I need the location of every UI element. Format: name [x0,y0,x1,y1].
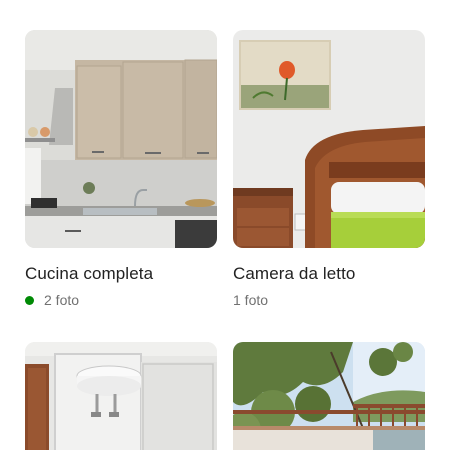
bedroom-photo[interactable] [233,30,425,248]
bathroom-photo[interactable] [25,342,217,450]
photo-count-row: 1 foto [233,291,425,309]
kitchen-photo-image [25,30,217,248]
photo-count: 2 foto [44,292,80,308]
terrace-photo[interactable] [233,342,425,450]
bathroom-photo-image [25,342,217,450]
room-title: Camera da letto [233,264,356,283]
room-title: Cucina completa [25,264,154,283]
room-card-kitchen[interactable]: Cucina completa 2 foto [25,30,217,309]
terrace-photo-image [233,342,425,450]
room-photo-grid: Cucina completa 2 foto Camera da letto 1… [0,0,450,450]
status-dot-icon [25,295,34,305]
photo-count: 1 foto [233,292,269,308]
room-card-bedroom[interactable]: Camera da letto 1 foto [233,30,425,309]
photo-count-row: 2 foto [25,291,217,309]
room-card-terrace[interactable] [233,342,425,450]
kitchen-photo[interactable] [25,30,217,248]
bedroom-photo-image [233,30,425,248]
room-card-bathroom[interactable] [25,342,217,450]
